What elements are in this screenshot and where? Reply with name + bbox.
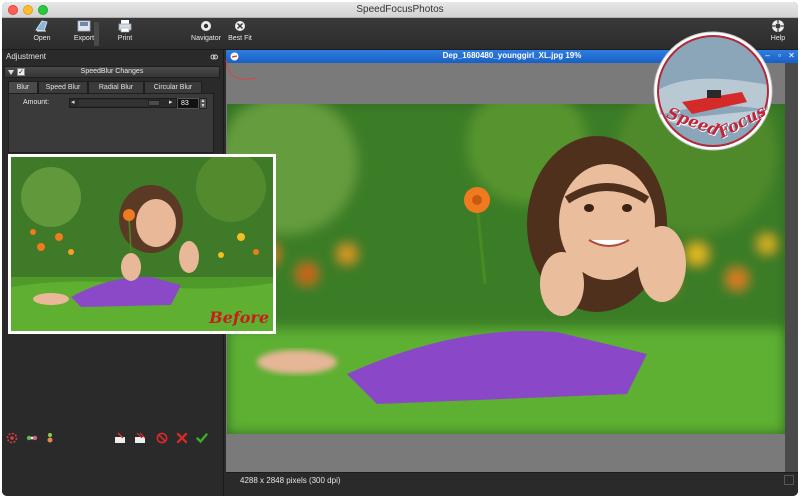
- blur-tab-content: Amount: ◂ ▸ 83 ▲ ▼: [8, 93, 214, 153]
- best-fit-icon: [235, 21, 245, 31]
- stepper-down-icon[interactable]: ▼: [200, 103, 206, 109]
- speedblur-section-header[interactable]: ✓ SpeedBlur Changes: [4, 66, 220, 78]
- adjustment-header: Adjustment: [2, 52, 224, 64]
- before-photo: Before: [11, 157, 273, 331]
- amount-value-field[interactable]: 83: [177, 98, 199, 109]
- adjustment-title: Adjustment: [6, 52, 47, 61]
- navigator-marker-icon: [225, 59, 257, 80]
- tab-circular-blur[interactable]: Circular Blur: [144, 81, 202, 93]
- cancel-x-icon[interactable]: [176, 432, 188, 444]
- app-window: SpeedFocusPhotos Open Export Print Navig…: [2, 2, 798, 496]
- link-icon[interactable]: [210, 53, 218, 61]
- speedblur-section-title: SpeedBlur Changes: [80, 68, 144, 75]
- best-fit-button[interactable]: Best Fit: [220, 19, 260, 42]
- before-preview: Before: [8, 154, 276, 334]
- amount-label: Amount:: [23, 99, 50, 106]
- before-photo-art: [11, 157, 273, 331]
- main-photo[interactable]: [227, 104, 785, 434]
- slider-increase-arrow-icon[interactable]: ▸: [169, 99, 175, 106]
- print-icon: [118, 20, 132, 33]
- document-restore-button[interactable]: ▫: [775, 52, 784, 61]
- document-close-button[interactable]: ✕: [787, 52, 796, 61]
- blur-brush-red-icon[interactable]: [6, 432, 18, 444]
- amount-slider-thumb[interactable]: [147, 100, 160, 106]
- tab-radial-blur[interactable]: Radial Blur: [88, 81, 144, 93]
- slider-decrease-arrow-icon[interactable]: ◂: [71, 99, 77, 106]
- erase-mask-icon[interactable]: [114, 432, 126, 444]
- export-icon: [77, 20, 91, 32]
- print-button[interactable]: Print: [105, 19, 145, 42]
- canvas-scrollbar[interactable]: [785, 63, 798, 472]
- speedfocus-logo: Speed Focus: [652, 30, 774, 152]
- print-label: Print: [117, 35, 133, 42]
- resize-grip[interactable]: [784, 475, 794, 485]
- window-title: SpeedFocusPhotos: [356, 4, 444, 15]
- apply-check-icon[interactable]: [196, 432, 208, 444]
- amount-stepper[interactable]: ▲ ▼: [199, 98, 207, 109]
- open-button[interactable]: Open: [22, 19, 62, 42]
- open-icon: [35, 20, 48, 32]
- blur-brush-green-icon[interactable]: [26, 432, 38, 444]
- blur-brush-small-icon[interactable]: [44, 432, 56, 444]
- tab-blur[interactable]: Blur: [8, 81, 38, 93]
- amount-slider-track: [79, 100, 154, 106]
- navigator-icon: [201, 21, 211, 31]
- tab-speed-blur[interactable]: Speed Blur: [38, 81, 88, 93]
- open-label: Open: [33, 35, 51, 42]
- status-bar: 4288 x 2848 pixels (300 dpi): [226, 472, 798, 496]
- title-bar: SpeedFocusPhotos: [2, 2, 798, 18]
- main-photo-art: [227, 104, 785, 434]
- best-fit-label: Best Fit: [228, 35, 252, 42]
- no-entry-icon[interactable]: [156, 432, 168, 444]
- export-dropdown-toggle[interactable]: [94, 22, 99, 46]
- amount-slider[interactable]: ◂ ▸: [69, 98, 177, 108]
- before-label: Before: [209, 308, 269, 327]
- erase-all-icon[interactable]: [134, 432, 146, 444]
- image-info: 4288 x 2848 pixels (300 dpi): [240, 476, 341, 485]
